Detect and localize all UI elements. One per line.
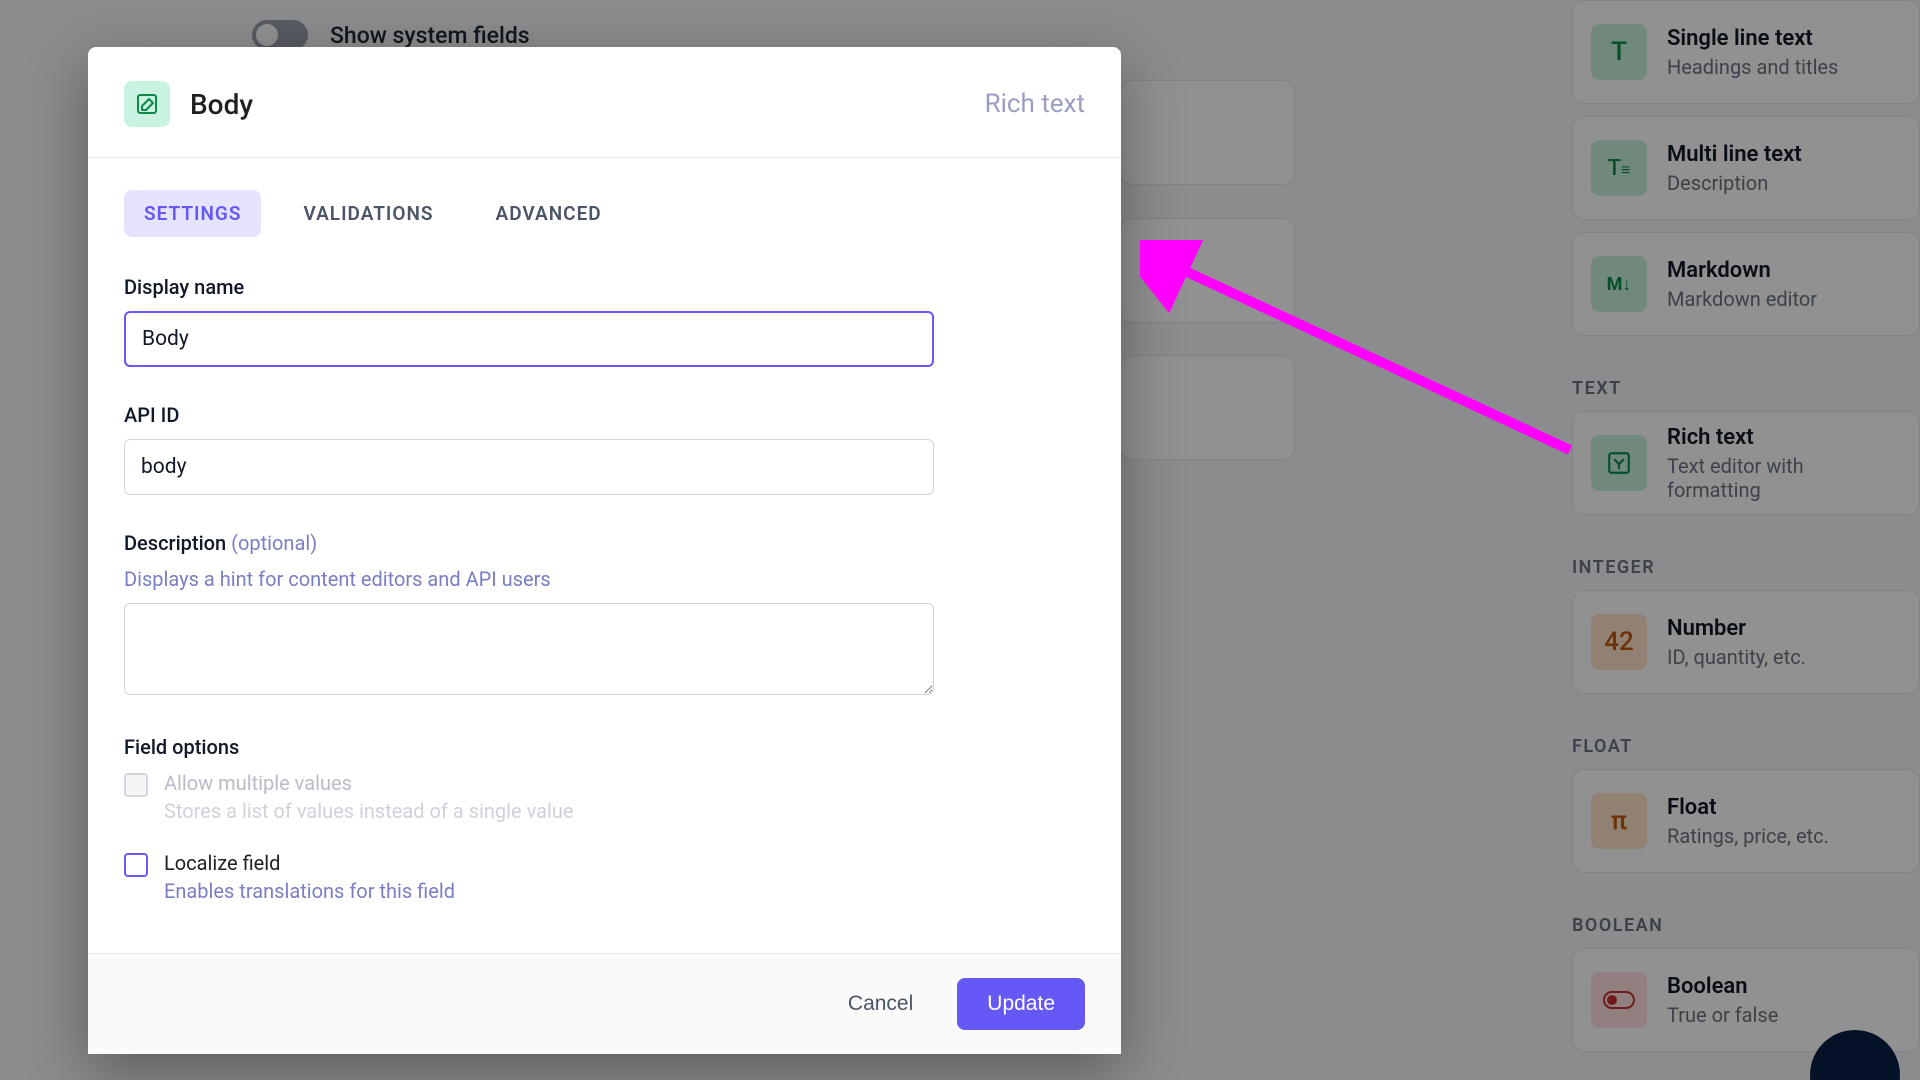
modal-header: Body Rich text bbox=[88, 47, 1121, 158]
cancel-button[interactable]: Cancel bbox=[828, 978, 933, 1030]
modal-body: SETTINGS VALIDATIONS ADVANCED Display na… bbox=[88, 158, 1121, 953]
description-label: Description (optional) bbox=[124, 531, 1085, 555]
description-input[interactable] bbox=[124, 603, 934, 695]
localize-desc: Enables translations for this field bbox=[164, 879, 455, 903]
edit-field-modal: Body Rich text SETTINGS VALIDATIONS ADVA… bbox=[88, 47, 1121, 1054]
display-name-label: Display name bbox=[124, 275, 1085, 299]
tab-settings[interactable]: SETTINGS bbox=[124, 190, 261, 237]
modal-footer: Cancel Update bbox=[88, 953, 1121, 1054]
api-id-input[interactable] bbox=[124, 439, 934, 495]
localize-title: Localize field bbox=[164, 851, 455, 875]
display-name-input[interactable] bbox=[124, 311, 934, 367]
field-options-group: Field options Allow multiple values Stor… bbox=[124, 735, 1085, 903]
field-options-label: Field options bbox=[124, 735, 1085, 759]
description-hint: Displays a hint for content editors and … bbox=[124, 567, 1085, 591]
modal-title: Body bbox=[190, 88, 253, 121]
localize-option: Localize field Enables translations for … bbox=[124, 851, 1085, 903]
allow-multiple-title: Allow multiple values bbox=[164, 771, 573, 795]
allow-multiple-desc: Stores a list of values instead of a sin… bbox=[164, 799, 573, 823]
update-button[interactable]: Update bbox=[957, 978, 1085, 1030]
api-id-label: API ID bbox=[124, 403, 1085, 427]
api-id-group: API ID bbox=[124, 403, 1085, 495]
description-group: Description (optional) Displays a hint f… bbox=[124, 531, 1085, 699]
rich-text-icon bbox=[124, 81, 170, 127]
localize-checkbox[interactable] bbox=[124, 853, 148, 877]
display-name-group: Display name bbox=[124, 275, 1085, 367]
allow-multiple-checkbox bbox=[124, 773, 148, 797]
tab-advanced[interactable]: ADVANCED bbox=[476, 190, 622, 237]
allow-multiple-option: Allow multiple values Stores a list of v… bbox=[124, 771, 1085, 823]
modal-field-type: Rich text bbox=[985, 89, 1085, 119]
tab-validations[interactable]: VALIDATIONS bbox=[283, 190, 453, 237]
modal-tabs: SETTINGS VALIDATIONS ADVANCED bbox=[124, 190, 1085, 237]
